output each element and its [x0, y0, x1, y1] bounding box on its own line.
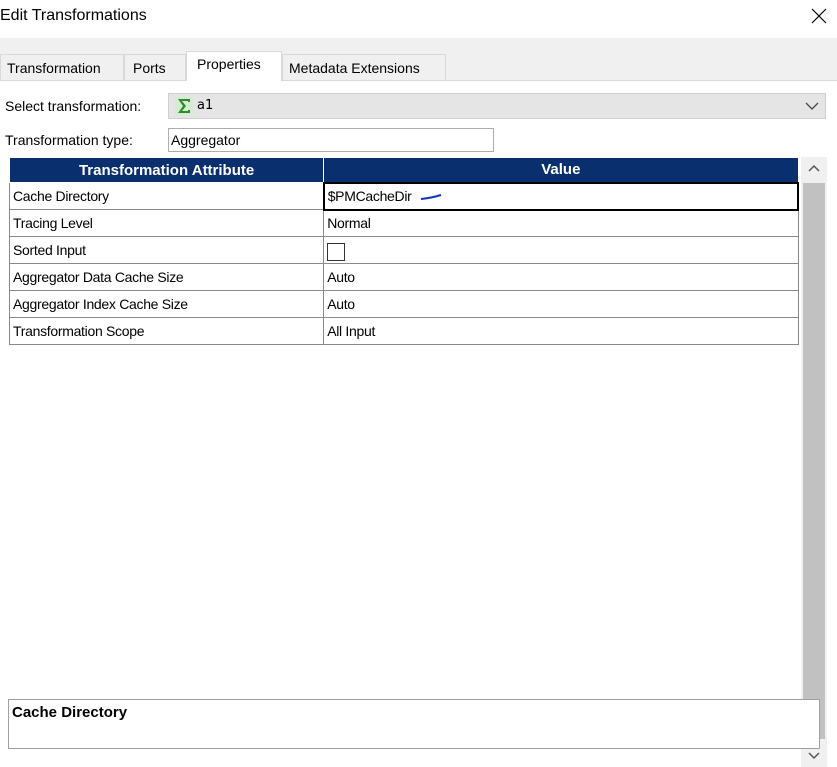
table-row[interactable]: Cache Directory $PMCacheDir: [8, 181, 800, 211]
tab-strip: Transformation Ports Properties Metadata…: [0, 51, 837, 81]
chevron-up-icon: [808, 164, 820, 172]
attribute-name: Cache Directory: [8, 182, 325, 210]
column-header-value[interactable]: Value: [323, 157, 799, 183]
table-row[interactable]: Aggregator Data Cache Size Auto: [8, 263, 799, 291]
title-bar: Edit Transformations: [0, 0, 837, 38]
attributes-grid: Transformation Attribute Value Cache Dir…: [8, 157, 800, 345]
table-row[interactable]: Sorted Input: [8, 236, 799, 264]
window-title: Edit Transformations: [0, 7, 147, 24]
scroll-up-button[interactable]: [801, 157, 827, 181]
table-row[interactable]: Transformation Scope All Input: [8, 317, 799, 345]
tab-metadata-extensions[interactable]: Metadata Extensions: [282, 54, 446, 80]
select-transformation-value: a1: [197, 98, 214, 113]
properties-panel: Select transformation: a1 Transformation…: [0, 80, 837, 767]
chevron-down-icon: [808, 752, 820, 760]
aggregator-sigma-icon: [175, 97, 193, 115]
tab-properties[interactable]: Properties: [186, 51, 282, 81]
tab-transformation[interactable]: Transformation: [0, 54, 124, 80]
select-transformation-dropdown[interactable]: a1: [168, 93, 826, 119]
attribute-name: Sorted Input: [8, 236, 325, 264]
annotation-mark: [421, 194, 442, 201]
column-header-attribute[interactable]: Transformation Attribute: [8, 157, 325, 183]
tab-ports[interactable]: Ports: [124, 54, 186, 80]
attribute-value-field: [323, 236, 799, 264]
table-row[interactable]: Tracing Level Normal: [8, 209, 799, 237]
attribute-value[interactable]: Auto: [323, 263, 799, 291]
attribute-value-field[interactable]: $PMCacheDir: [322, 181, 800, 211]
close-icon: [811, 8, 826, 24]
chevron-down-icon: [805, 102, 819, 110]
vertical-scrollbar[interactable]: [801, 157, 827, 767]
table-row[interactable]: Aggregator Index Cache Size Auto: [8, 290, 799, 318]
close-button[interactable]: [800, 0, 837, 32]
description-title: Cache Directory: [12, 704, 128, 721]
sorted-input-checkbox[interactable]: [327, 242, 346, 261]
attribute-value: $PMCacheDir: [327, 188, 412, 204]
attribute-name: Aggregator Index Cache Size: [8, 290, 325, 318]
attribute-name: Tracing Level: [8, 209, 325, 237]
dialog-client: Transformation Ports Properties Metadata…: [0, 38, 837, 767]
attribute-name: Aggregator Data Cache Size: [8, 263, 325, 291]
scrollbar-thumb[interactable]: [803, 183, 825, 739]
transformation-type-field[interactable]: Aggregator: [168, 128, 494, 152]
select-transformation-label: Select transformation:: [5, 98, 142, 114]
attribute-value[interactable]: Auto: [323, 290, 799, 318]
attribute-value[interactable]: All Input: [323, 317, 799, 345]
attribute-name: Transformation Scope: [8, 317, 325, 345]
transformation-type-label: Transformation type:: [5, 132, 133, 148]
attribute-value[interactable]: Normal: [323, 209, 799, 237]
